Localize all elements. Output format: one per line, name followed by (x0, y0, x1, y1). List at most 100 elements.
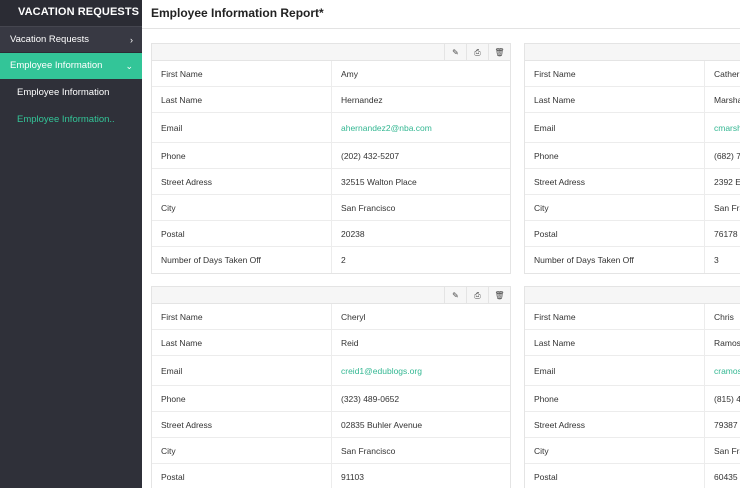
field-value: 3 (714, 255, 719, 265)
field-label: City (525, 195, 705, 220)
field-label: First Name (525, 304, 705, 329)
field-row-postal: Postal 60435 (525, 464, 740, 488)
field-row-street: Street Adress 79387 (525, 412, 740, 438)
field-label: Number of Days Taken Off (152, 247, 332, 273)
card-toolbar: ✎ ⎙ 🗑 (152, 287, 510, 304)
field-row-phone: Phone (323) 489-0652 (152, 386, 510, 412)
field-label: Street Adress (525, 169, 705, 194)
field-row-first-name: First Name Amy (152, 61, 510, 87)
field-row-city: City San Francisco (152, 195, 510, 221)
email-link[interactable]: creid1@edublogs.org (332, 356, 510, 385)
field-label: Email (525, 113, 705, 142)
field-row-city: City San Fra (525, 438, 740, 464)
field-label: City (152, 438, 332, 463)
sidebar-item-employee-information[interactable]: Employee Information ⌄ (0, 53, 142, 79)
main-content: Employee Information Report* ✎ ⎙ 🗑 First… (142, 0, 740, 488)
field-row-street: Street Adress 32515 Walton Place (152, 169, 510, 195)
field-value: Hernandez (341, 95, 383, 105)
field-label: Last Name (152, 87, 332, 112)
chevron-right-icon: › (130, 35, 133, 45)
field-row-city: City San Francisco (152, 438, 510, 464)
sidebar-item-label: Vacation Requests (10, 34, 90, 45)
field-row-postal: Postal 91103 (152, 464, 510, 488)
field-label: Postal (525, 464, 705, 488)
field-label: Last Name (525, 87, 705, 112)
email-link[interactable]: cramos (705, 356, 740, 385)
field-row-days-off: Number of Days Taken Off 3 (525, 247, 740, 273)
sidebar-item-label: Employee Information (10, 60, 103, 71)
field-row-email: Email creid1@edublogs.org (152, 356, 510, 386)
card-toolbar (525, 287, 740, 304)
field-row-email: Email ahernandez2@nba.com (152, 113, 510, 143)
field-label: Phone (525, 143, 705, 168)
field-value: 32515 Walton Place (341, 177, 417, 187)
field-value: Amy (341, 69, 358, 79)
field-label: Postal (525, 221, 705, 246)
field-label: Phone (152, 143, 332, 168)
employee-card: ✎ ⎙ 🗑 First Name Amy Last Name Hernandez E… (151, 43, 511, 274)
field-value: Cheryl (341, 312, 366, 322)
field-row-email: Email cramos (525, 356, 740, 386)
sidebar-subitem-employee-information[interactable]: Employee Information (0, 79, 142, 106)
field-value: Marsha (714, 95, 740, 105)
field-label: Street Adress (152, 169, 332, 194)
chevron-down-icon: ⌄ (125, 61, 133, 71)
field-row-first-name: First Name Cather (525, 61, 740, 87)
field-label: Phone (152, 386, 332, 411)
field-value: 20238 (341, 229, 365, 239)
field-value: (682) 7 (714, 151, 740, 161)
print-icon[interactable]: ⎙ (466, 287, 488, 304)
email-link[interactable]: cmarsh (705, 113, 740, 142)
field-value: San Francisco (341, 203, 396, 213)
field-row-email: Email cmarsh (525, 113, 740, 143)
field-value: San Francisco (341, 446, 396, 456)
delete-icon[interactable]: 🗑 (488, 287, 510, 304)
employee-card: ✎ ⎙ 🗑 First Name Cheryl Last Name Reid Ema… (151, 286, 511, 488)
employee-card: First Name Cather Last Name Marsha Email cm… (524, 43, 740, 274)
field-value: 2392 E (714, 177, 740, 187)
delete-icon[interactable]: 🗑 (488, 44, 510, 61)
edit-icon[interactable]: ✎ (444, 44, 466, 61)
field-label: First Name (152, 304, 332, 329)
field-row-last-name: Last Name Ramos (525, 330, 740, 356)
field-row-last-name: Last Name Marsha (525, 87, 740, 113)
card-toolbar: ✎ ⎙ 🗑 (152, 44, 510, 61)
field-row-phone: Phone (682) 7 (525, 143, 740, 169)
field-label: First Name (152, 61, 332, 86)
sidebar-item-vacation-requests[interactable]: Vacation Requests › (0, 27, 142, 53)
employee-card: First Name Chris Last Name Ramos Email cram… (524, 286, 740, 488)
email-link[interactable]: ahernandez2@nba.com (332, 113, 510, 142)
field-value: Chris (714, 312, 734, 322)
field-value: San Fra (714, 446, 740, 456)
field-label: Postal (152, 221, 332, 246)
field-row-last-name: Last Name Reid (152, 330, 510, 356)
field-row-last-name: Last Name Hernandez (152, 87, 510, 113)
field-value: Ramos (714, 338, 740, 348)
field-row-street: Street Adress 02835 Buhler Avenue (152, 412, 510, 438)
field-row-postal: Postal 76178 (525, 221, 740, 247)
field-value: 2 (341, 255, 346, 265)
field-label: Street Adress (152, 412, 332, 437)
field-label: Postal (152, 464, 332, 488)
field-value: 02835 Buhler Avenue (341, 420, 423, 430)
field-row-city: City San Fra (525, 195, 740, 221)
field-value: San Fra (714, 203, 740, 213)
field-row-phone: Phone (202) 432-5207 (152, 143, 510, 169)
sidebar-subitem-employee-information-report[interactable]: Employee Information.. (0, 106, 142, 133)
field-label: Email (152, 356, 332, 385)
field-row-street: Street Adress 2392 E (525, 169, 740, 195)
field-row-first-name: First Name Chris (525, 304, 740, 330)
print-icon[interactable]: ⎙ (466, 44, 488, 61)
field-label: Email (152, 113, 332, 142)
field-label: Street Adress (525, 412, 705, 437)
field-label: Email (525, 356, 705, 385)
field-row-postal: Postal 20238 (152, 221, 510, 247)
field-value: Reid (341, 338, 359, 348)
app-title: VACATION REQUESTS (0, 0, 142, 27)
field-row-phone: Phone (815) 40 (525, 386, 740, 412)
field-value: 79387 (714, 420, 738, 430)
field-label: First Name (525, 61, 705, 86)
field-label: Last Name (525, 330, 705, 355)
edit-icon[interactable]: ✎ (444, 287, 466, 304)
field-value: (202) 432-5207 (341, 151, 400, 161)
